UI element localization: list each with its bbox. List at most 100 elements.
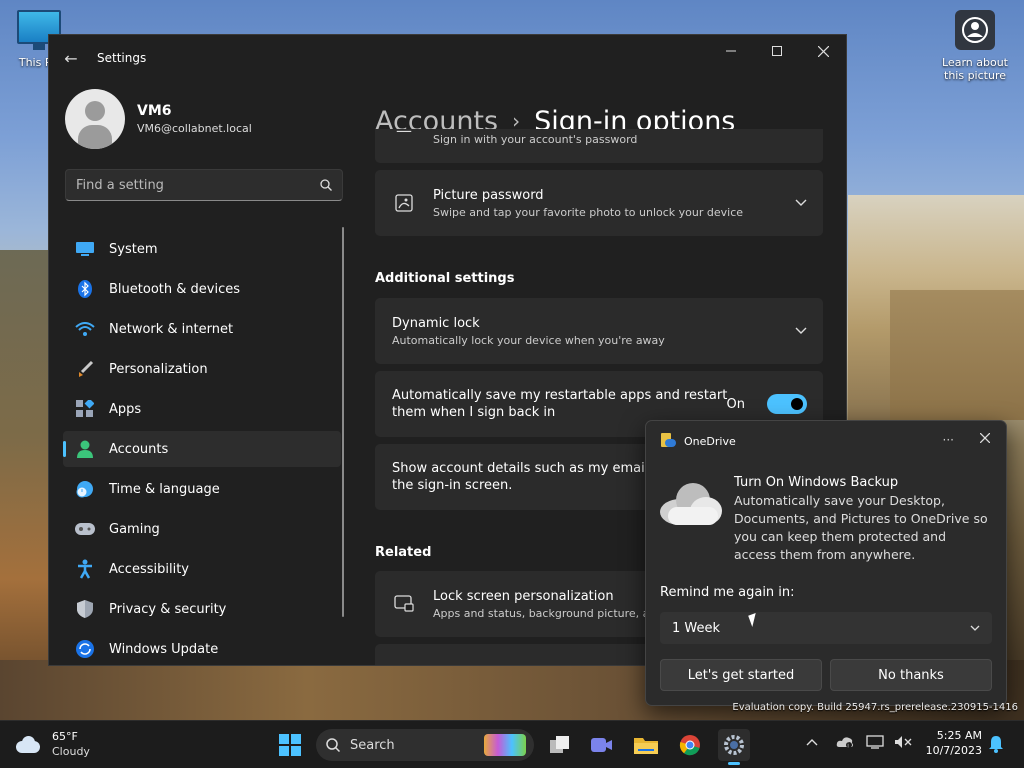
settings-taskbar-button[interactable] <box>718 729 750 765</box>
taskbar-clock[interactable]: 5:25 AM 10/7/2023 <box>924 729 982 757</box>
dynamic-lock-subtitle: Automatically lock your device when you'… <box>392 333 665 347</box>
notification-bell-icon[interactable] <box>988 735 1004 757</box>
nav-scrollbar[interactable] <box>342 227 344 617</box>
desktop-icon-label: Learn about this picture <box>942 56 1008 82</box>
onedrive-tray-icon[interactable]: i <box>836 735 854 753</box>
toast-close-button[interactable] <box>979 431 991 447</box>
weather-widget[interactable]: 65°F Cloudy <box>14 730 90 758</box>
window-title: Settings <box>97 51 147 65</box>
toggle-state-label: On <box>726 396 745 412</box>
maximize-icon <box>772 46 782 56</box>
find-setting-search <box>65 169 343 201</box>
task-view-icon <box>550 736 569 753</box>
desktop-icon-learn-about-picture[interactable]: Learn about this picture <box>940 10 1010 82</box>
dynamic-lock-card[interactable]: Dynamic lock Automatically lock your dev… <box>375 298 823 364</box>
sidebar-item-label: Accounts <box>109 441 169 457</box>
sidebar-item-network[interactable]: Network & internet <box>63 311 341 347</box>
toast-text: Turn On Windows Backup Automatically sav… <box>734 475 992 564</box>
weather-condition: Cloudy <box>52 745 90 758</box>
sidebar-item-label: Apps <box>109 401 142 417</box>
nav-list: System Bluetooth & devices Network & int… <box>49 227 349 665</box>
clock-time: 5:25 AM <box>936 729 982 742</box>
bluetooth-icon <box>75 279 95 299</box>
system-icon <box>75 239 95 259</box>
network-icon[interactable] <box>866 735 884 753</box>
search-highlight-image <box>484 734 526 756</box>
key-icon: — <box>396 121 412 140</box>
profile-email: VM6@collabnet.local <box>137 122 252 135</box>
sidebar-item-system[interactable]: System <box>63 231 341 267</box>
sidebar-item-label: Time & language <box>109 481 220 497</box>
close-icon <box>817 45 829 57</box>
search-icon[interactable] <box>320 179 332 191</box>
onedrive-cloud-icon <box>660 481 722 525</box>
sidebar-item-label: Network & internet <box>109 321 234 337</box>
picture-icon <box>375 194 433 212</box>
restart-apps-toggle[interactable] <box>767 394 807 414</box>
teams-button[interactable] <box>586 729 618 761</box>
dynamic-lock-title: Dynamic lock <box>392 315 480 331</box>
person-icon <box>75 439 95 459</box>
settings-nav-pane: VM6 VM6@collabnet.local System Bluetooth… <box>49 81 349 665</box>
sidebar-item-windows-update[interactable]: Windows Update <box>63 631 341 665</box>
taskbar-search[interactable]: Search <box>316 729 534 761</box>
minimize-button[interactable] <box>708 35 754 67</box>
camera-icon <box>955 10 995 50</box>
sidebar-item-time-language[interactable]: Time & language <box>63 471 341 507</box>
picture-password-title: Picture password <box>433 187 544 203</box>
more-options-icon[interactable]: ··· <box>943 433 954 447</box>
remind-selected-value: 1 Week <box>672 620 721 636</box>
close-button[interactable] <box>800 35 846 67</box>
update-icon <box>75 639 95 659</box>
profile-text: VM6 VM6@collabnet.local <box>137 103 252 135</box>
task-view-button[interactable] <box>544 729 576 761</box>
lock-screen-icon <box>375 595 433 613</box>
sidebar-item-privacy-security[interactable]: Privacy & security <box>63 591 341 627</box>
volume-muted-icon[interactable] <box>894 735 912 753</box>
file-explorer-icon <box>634 738 658 754</box>
weather-text: 65°F Cloudy <box>52 730 90 758</box>
chevron-down-icon[interactable] <box>795 324 807 339</box>
user-profile[interactable]: VM6 VM6@collabnet.local <box>49 81 349 157</box>
sidebar-item-accessibility[interactable]: Accessibility <box>63 551 341 587</box>
sidebar-item-label: Windows Update <box>109 641 219 657</box>
back-button[interactable]: ← <box>49 35 93 81</box>
close-icon <box>979 432 991 444</box>
maximize-button[interactable] <box>754 35 800 67</box>
file-explorer-button[interactable] <box>630 729 662 761</box>
clock-globe-icon <box>75 479 95 499</box>
sidebar-item-personalization[interactable]: Personalization <box>63 351 341 387</box>
sidebar-item-bluetooth[interactable]: Bluetooth & devices <box>63 271 341 307</box>
teams-icon <box>591 738 612 752</box>
search-input[interactable] <box>76 177 296 193</box>
chrome-button[interactable] <box>674 729 706 761</box>
sidebar-item-label: Personalization <box>109 361 208 377</box>
search-icon <box>326 738 340 752</box>
toast-header: OneDrive ··· <box>646 421 1006 461</box>
caption-buttons <box>708 35 846 67</box>
remind-dropdown[interactable]: 1 Week <box>660 612 992 644</box>
windows-logo-icon <box>279 734 301 756</box>
cloud-icon <box>14 735 42 753</box>
picture-password-card[interactable]: Picture password Swipe and tap your favo… <box>375 170 823 236</box>
start-button[interactable] <box>274 729 306 761</box>
password-card[interactable]: — Sign in with your account's password <box>375 121 823 163</box>
lets-get-started-button[interactable]: Let's get started <box>660 659 822 691</box>
sidebar-item-apps[interactable]: Apps <box>63 391 341 427</box>
remind-label: Remind me again in: <box>660 585 795 600</box>
restart-apps-line2: them when I sign back in <box>392 405 556 420</box>
chevron-down-icon[interactable] <box>795 196 807 211</box>
password-card-subtitle: Sign in with your account's password <box>433 133 638 146</box>
onedrive-notification: OneDrive ··· Turn On Windows Backup Auto… <box>645 420 1007 706</box>
wallpaper-bridge <box>890 290 1024 420</box>
sidebar-item-label: Bluetooth & devices <box>109 281 240 297</box>
sidebar-item-gaming[interactable]: Gaming <box>63 511 341 547</box>
no-thanks-button[interactable]: No thanks <box>830 659 992 691</box>
chevron-up-icon[interactable] <box>806 735 818 750</box>
arrow-left-icon: ← <box>64 48 78 68</box>
toast-heading: Turn On Windows Backup <box>734 475 899 490</box>
apps-icon <box>75 399 95 419</box>
onedrive-app-icon <box>660 433 676 449</box>
brush-icon <box>75 359 95 379</box>
sidebar-item-accounts[interactable]: Accounts <box>63 431 341 467</box>
